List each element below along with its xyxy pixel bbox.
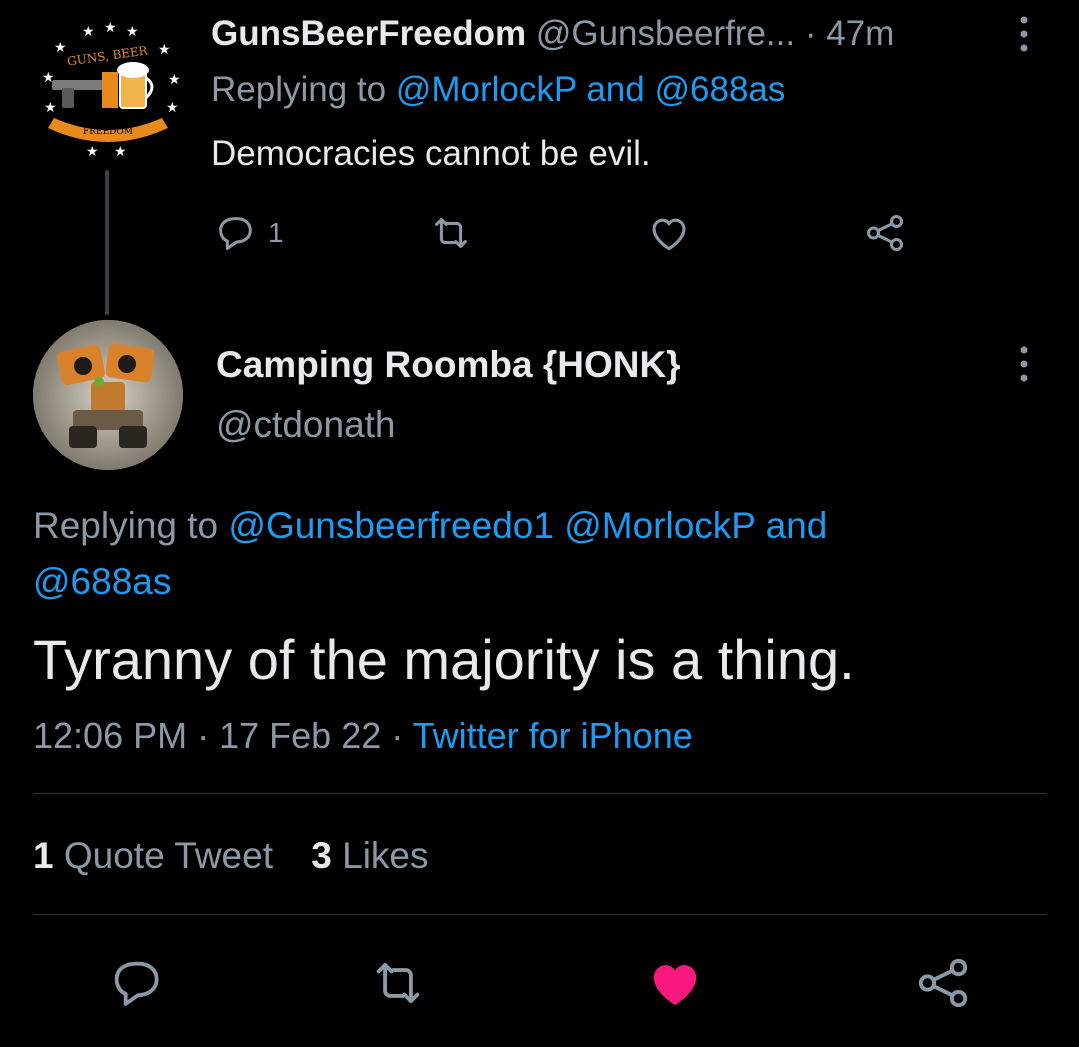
mention-link[interactable]: @Gunsbeerfreedo1 bbox=[228, 505, 554, 546]
parent-replying-to: Replying to @MorlockP and @688as bbox=[211, 68, 785, 112]
retweet-icon bbox=[376, 962, 420, 1004]
meta-separator: · bbox=[391, 715, 404, 756]
main-handle[interactable]: @ctdonath bbox=[216, 402, 396, 448]
tweet-meta: 12:06 PM · 17 Feb 22 · Twitter for iPhon… bbox=[33, 712, 693, 760]
main-tweet-text: Tyranny of the majority is a thing. bbox=[33, 628, 855, 691]
mention-link[interactable]: @MorlockP bbox=[396, 70, 577, 109]
quote-label: Quote Tweet bbox=[63, 835, 273, 876]
heart-icon bbox=[652, 218, 686, 251]
main-replying-to: Replying to @Gunsbeerfreedo1 @MorlockP a… bbox=[33, 498, 933, 610]
retweet-button[interactable] bbox=[367, 952, 429, 1014]
share-icon bbox=[918, 958, 968, 1008]
reply-icon bbox=[219, 217, 252, 251]
svg-text:★: ★ bbox=[44, 100, 57, 116]
like-button[interactable] bbox=[644, 952, 706, 1014]
tweet-time[interactable]: 12:06 PM bbox=[33, 715, 187, 756]
retweet-icon bbox=[435, 218, 467, 248]
parent-share-button[interactable] bbox=[862, 208, 908, 258]
divider bbox=[33, 793, 1047, 794]
mention-link[interactable]: @688as bbox=[654, 70, 785, 109]
tweet-source[interactable]: Twitter for iPhone bbox=[413, 715, 693, 756]
parent-avatar[interactable]: ★ ★ ★ ★ ★ ★ ★ ★ ★ ★ ★ GUNS, BEER FREEDOM bbox=[34, 14, 182, 162]
main-avatar[interactable] bbox=[33, 320, 183, 470]
share-icon bbox=[866, 214, 904, 252]
svg-text:FREEDOM: FREEDOM bbox=[83, 127, 133, 137]
more-dots-icon bbox=[1020, 346, 1028, 382]
guns-beer-freedom-logo: ★ ★★ ★ ★ ★ ★ ★ ★ ★ ★ GUNS, BEER FREEDOM bbox=[34, 14, 182, 162]
replying-to-label: Replying to bbox=[211, 70, 387, 109]
replying-and: and bbox=[765, 505, 828, 546]
parent-like-button[interactable] bbox=[646, 208, 692, 258]
parent-tweet-text: Democracies cannot be evil. bbox=[211, 134, 651, 173]
thread-connector-line bbox=[105, 170, 109, 315]
svg-text:★: ★ bbox=[114, 144, 127, 160]
main-display-name[interactable]: Camping Roomba {HONK} bbox=[216, 342, 681, 388]
quote-count: 1 bbox=[33, 835, 54, 876]
mention-link[interactable]: @688as bbox=[33, 561, 171, 602]
robot-avatar-image bbox=[33, 320, 183, 470]
svg-text:★: ★ bbox=[104, 20, 117, 36]
replying-and: and bbox=[586, 70, 645, 109]
parent-display-name[interactable]: GunsBeerFreedom bbox=[211, 14, 526, 53]
tweet-stats: 1 Quote Tweet 3 Likes bbox=[33, 832, 429, 880]
parent-time-ago[interactable]: 47m bbox=[826, 14, 894, 53]
parent-tweet-header: GunsBeerFreedom @Gunsbeerfre... · 47m bbox=[211, 12, 894, 56]
svg-text:★: ★ bbox=[82, 24, 95, 40]
likes-label: Likes bbox=[342, 835, 429, 876]
svg-text:★: ★ bbox=[54, 40, 67, 56]
replying-to-label: Replying to bbox=[33, 505, 219, 546]
likes-stat[interactable]: 3 Likes bbox=[311, 835, 428, 876]
quote-tweets-stat[interactable]: 1 Quote Tweet bbox=[33, 835, 283, 876]
reply-button[interactable] bbox=[105, 952, 167, 1014]
heart-icon bbox=[653, 965, 697, 1005]
tweet-date[interactable]: 17 Feb 22 bbox=[219, 715, 381, 756]
parent-retweet-button[interactable] bbox=[428, 208, 474, 258]
svg-text:★: ★ bbox=[168, 72, 181, 88]
parent-more-button[interactable] bbox=[1014, 14, 1034, 54]
svg-text:★: ★ bbox=[166, 100, 179, 116]
more-dots-icon bbox=[1020, 16, 1028, 52]
header-separator: · bbox=[804, 14, 817, 53]
divider bbox=[33, 914, 1047, 915]
parent-handle[interactable]: @Gunsbeerfre... bbox=[536, 14, 795, 53]
svg-text:★: ★ bbox=[126, 24, 139, 40]
likes-count: 3 bbox=[311, 835, 332, 876]
svg-text:★: ★ bbox=[86, 144, 99, 160]
share-button[interactable] bbox=[912, 952, 974, 1014]
reply-icon bbox=[114, 961, 159, 1006]
meta-separator: · bbox=[197, 715, 210, 756]
svg-text:★: ★ bbox=[158, 42, 171, 58]
parent-reply-count: 1 bbox=[268, 217, 284, 248]
parent-reply-button[interactable]: 1 bbox=[212, 208, 284, 258]
mention-link[interactable]: @MorlockP bbox=[564, 505, 755, 546]
main-more-button[interactable] bbox=[1014, 344, 1034, 384]
